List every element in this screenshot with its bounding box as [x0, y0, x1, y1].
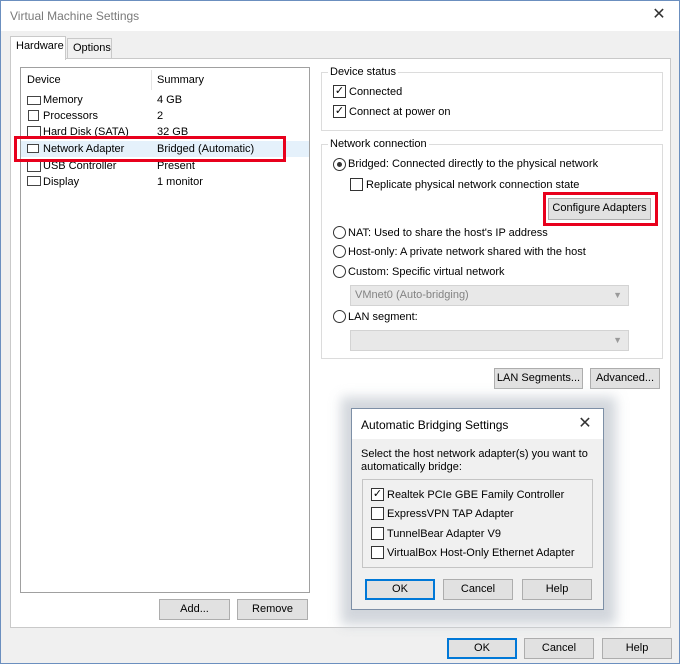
device-summary: 2 — [157, 110, 164, 122]
device-status-group — [321, 72, 663, 131]
processor-icon — [28, 110, 39, 121]
lan-segments-button[interactable]: LAN Segments... — [494, 368, 583, 389]
chevron-down-icon: ▼ — [613, 335, 622, 345]
highlight-network-adapter — [14, 136, 286, 162]
adapter-checkbox[interactable]: ✓ — [371, 488, 384, 501]
close-icon[interactable]: ✕ — [649, 5, 669, 25]
tab-options-label: Options — [73, 42, 111, 54]
device-name: Memory — [43, 94, 83, 106]
bridged-radio[interactable] — [333, 158, 346, 171]
dialog-cancel-button[interactable]: Cancel — [443, 579, 513, 600]
device-column-header[interactable]: Device — [27, 74, 61, 86]
adapter-checkbox[interactable] — [371, 527, 384, 540]
nat-radio[interactable] — [333, 226, 346, 239]
tab-hardware-label: Hardware — [16, 40, 64, 52]
window-title: Virtual Machine Settings — [10, 9, 140, 23]
lan-segment-radio[interactable] — [333, 310, 346, 323]
device-name: Processors — [43, 110, 99, 122]
help-button[interactable]: Help — [602, 638, 672, 659]
host-only-radio[interactable] — [333, 245, 346, 258]
replicate-label[interactable]: Replicate physical network connection st… — [366, 179, 579, 191]
advanced-button[interactable]: Advanced... — [590, 368, 660, 389]
device-summary: 1 monitor — [157, 176, 203, 188]
title-bar: Virtual Machine Settings ✕ — [1, 1, 679, 31]
highlight-configure-adapters — [543, 192, 658, 226]
tab-options[interactable]: Options — [67, 38, 112, 58]
cancel-button[interactable]: Cancel — [524, 638, 594, 659]
dialog-instruction: Select the host network adapter(s) you w… — [361, 448, 588, 473]
device-row-display[interactable]: Display 1 monitor — [21, 174, 309, 190]
column-separator — [151, 70, 152, 90]
memory-icon — [27, 96, 41, 105]
lan-segment-dropdown[interactable]: ▼ — [350, 330, 629, 351]
adapter-label[interactable]: TunnelBear Adapter V9 — [387, 528, 501, 540]
display-icon — [27, 176, 41, 186]
network-connection-label: Network connection — [328, 138, 429, 150]
summary-column-header[interactable]: Summary — [157, 74, 204, 86]
chevron-down-icon: ▼ — [613, 290, 622, 300]
connect-at-power-on-label[interactable]: Connect at power on — [349, 106, 451, 118]
adapter-checkbox[interactable] — [371, 507, 384, 520]
vmnet-value: VMnet0 (Auto-bridging) — [355, 289, 469, 301]
device-row-processors[interactable]: Processors 2 — [21, 108, 309, 124]
remove-button[interactable]: Remove — [237, 599, 308, 620]
adapter-label[interactable]: VirtualBox Host-Only Ethernet Adapter — [387, 547, 575, 559]
connect-at-power-on-checkbox[interactable]: ✓ — [333, 105, 346, 118]
custom-radio[interactable] — [333, 265, 346, 278]
device-summary: 4 GB — [157, 94, 183, 106]
custom-label[interactable]: Custom: Specific virtual network — [348, 266, 505, 278]
device-status-label: Device status — [328, 66, 399, 78]
nat-label[interactable]: NAT: Used to share the host's IP address — [348, 227, 548, 239]
replicate-checkbox[interactable] — [350, 178, 363, 191]
device-row-memory[interactable]: Memory 4 GB — [21, 92, 309, 108]
adapter-label[interactable]: Realtek PCIe GBE Family Controller — [387, 489, 564, 501]
dialog-ok-button[interactable]: OK — [365, 579, 435, 600]
device-name: Display — [43, 176, 80, 188]
dialog-title: Automatic Bridging Settings — [361, 418, 509, 432]
connected-checkbox[interactable]: ✓ — [333, 85, 346, 98]
host-only-label[interactable]: Host-only: A private network shared with… — [348, 246, 586, 258]
dialog-title-bar: Automatic Bridging Settings ✕ — [352, 409, 603, 439]
adapter-label[interactable]: ExpressVPN TAP Adapter — [387, 508, 514, 520]
vmnet-dropdown[interactable]: VMnet0 (Auto-bridging) ▼ — [350, 285, 629, 306]
lan-segment-label[interactable]: LAN segment: — [348, 311, 418, 323]
vm-settings-window: Virtual Machine Settings ✕ Hardware Opti… — [0, 0, 680, 664]
automatic-bridging-dialog: Automatic Bridging Settings ✕ Select the… — [351, 408, 604, 610]
connected-label[interactable]: Connected — [349, 86, 402, 98]
ok-button[interactable]: OK — [447, 638, 517, 659]
add-button[interactable]: Add... — [159, 599, 230, 620]
tab-hardware[interactable]: Hardware — [10, 36, 66, 60]
adapter-checkbox[interactable] — [371, 546, 384, 559]
bridged-label[interactable]: Bridged: Connected directly to the physi… — [348, 158, 598, 170]
close-icon[interactable]: ✕ — [575, 414, 595, 434]
dialog-help-button[interactable]: Help — [522, 579, 592, 600]
